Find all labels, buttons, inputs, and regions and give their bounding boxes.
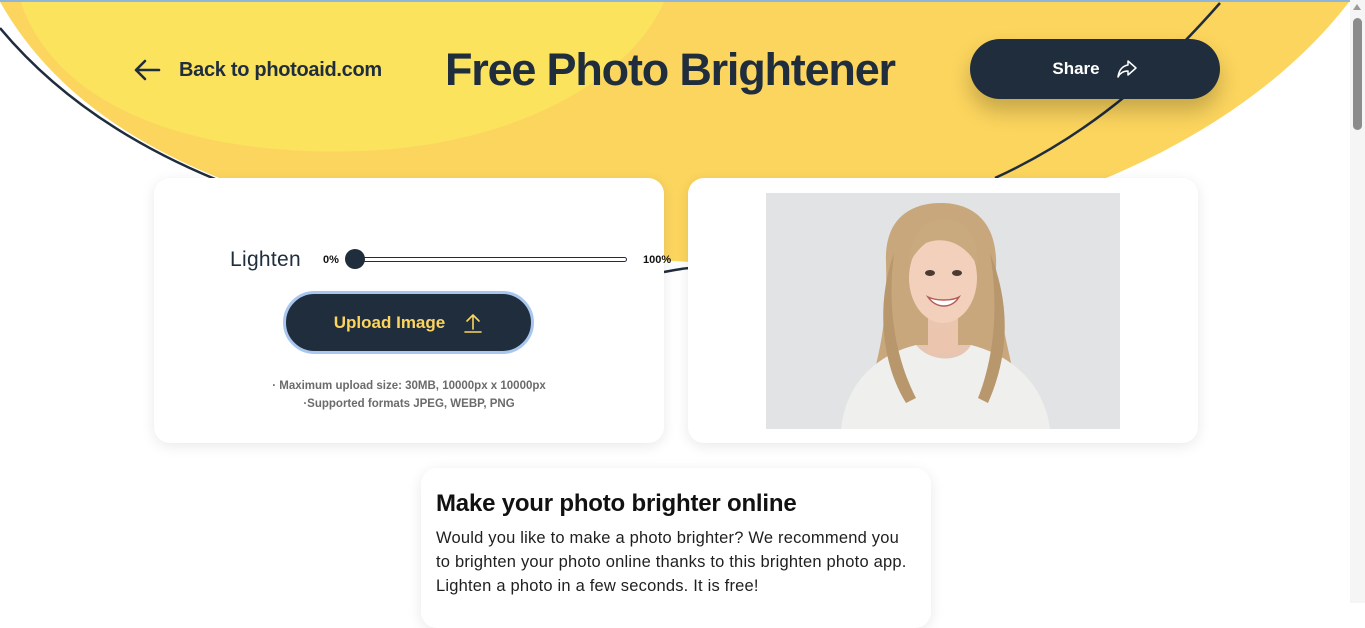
- upload-button-label: Upload Image: [333, 312, 446, 332]
- upload-arrow-icon: [464, 313, 483, 333]
- back-link[interactable]: Back to photoaid.com: [133, 55, 382, 85]
- upload-image-button[interactable]: Upload Image: [283, 291, 534, 354]
- lighten-slider-thumb[interactable]: [345, 249, 365, 269]
- back-link-label: Back to photoaid.com: [179, 58, 382, 81]
- page-scrollbar[interactable]: [1350, 0, 1365, 603]
- slider-max-label: 100%: [643, 254, 672, 266]
- upload-size-note: · Maximum upload size: 30MB, 10000px x 1…: [272, 380, 546, 392]
- lighten-slider-track[interactable]: [347, 257, 627, 262]
- share-button[interactable]: Share: [970, 39, 1220, 99]
- lighten-label: Lighten: [230, 248, 301, 271]
- info-title: Make your photo brighter online: [436, 490, 797, 517]
- share-arrow-icon: [1116, 60, 1137, 78]
- page-title: Free Photo Brightener: [445, 44, 896, 95]
- preview-card: [688, 178, 1198, 443]
- scrollbar-thumb[interactable]: [1353, 18, 1362, 130]
- woman-portrait-illustration: [766, 193, 1120, 429]
- preview-photo: [766, 193, 1120, 429]
- arrow-left-icon: [134, 59, 161, 81]
- lighten-slider-row: Lighten 0% 100%: [230, 246, 671, 274]
- upload-card: Lighten 0% 100% Upload Image · Maximum u…: [154, 178, 671, 443]
- info-card: Make your photo brighter online Would yo…: [421, 468, 931, 628]
- slider-min-label: 0%: [323, 254, 339, 266]
- info-text: Would you like to make a photo brighter?…: [436, 529, 907, 595]
- share-button-label: Share: [1052, 59, 1100, 78]
- scroll-up-arrow-icon[interactable]: [1353, 4, 1361, 10]
- page-header: Back to photoaid.com Free Photo Brighten…: [0, 0, 1365, 140]
- upload-formats-note: ·Supported formats JPEG, WEBP, PNG: [303, 398, 515, 410]
- browser-top-edge: [0, 0, 1365, 2]
